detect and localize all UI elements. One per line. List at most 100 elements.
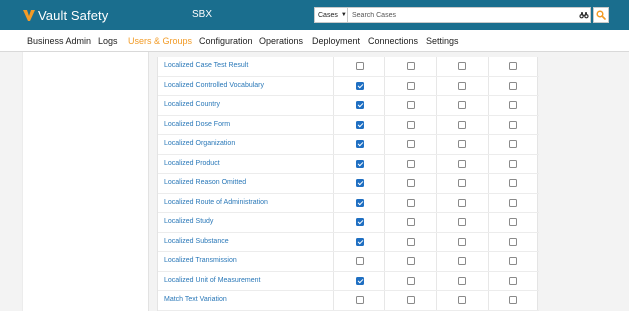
permission-checkbox[interactable]	[407, 198, 415, 207]
chevron-down-icon: ▼	[340, 12, 347, 18]
table-row: Match Text Variation	[158, 291, 539, 311]
permission-checkbox[interactable]	[356, 276, 364, 285]
nav-item-connections[interactable]: Connections	[368, 36, 418, 46]
permission-checkbox[interactable]	[356, 179, 364, 187]
permission-checkbox[interactable]	[356, 296, 364, 304]
permission-checkbox[interactable]	[458, 101, 466, 109]
permission-checkbox[interactable]	[509, 296, 517, 304]
permission-checkbox[interactable]	[407, 237, 415, 246]
permission-checkbox[interactable]	[509, 101, 517, 109]
permission-checkbox[interactable]	[356, 198, 364, 207]
object-name-link[interactable]: Localized Substance	[164, 238, 229, 245]
permission-checkbox[interactable]	[356, 140, 364, 148]
table-row: Localized Unit of Measurement	[158, 272, 539, 291]
nav-item-logs[interactable]: Logs	[98, 36, 118, 46]
object-name-link[interactable]: Localized Product	[164, 160, 220, 167]
binoculars-icon[interactable]	[579, 10, 589, 20]
permission-checkbox[interactable]	[458, 120, 466, 129]
permission-checkbox[interactable]	[458, 159, 466, 168]
object-name-link[interactable]: Localized Country	[164, 101, 220, 108]
permission-checkbox[interactable]	[509, 120, 517, 129]
permission-checkbox[interactable]	[356, 237, 364, 246]
nav-item-operations[interactable]: Operations	[259, 36, 303, 46]
permission-checkbox[interactable]	[458, 237, 466, 246]
object-name-link[interactable]: Localized Unit of Measurement	[164, 277, 261, 284]
object-name-link[interactable]: Localized Organization	[164, 140, 235, 147]
permission-checkbox[interactable]	[356, 257, 364, 265]
permission-checkbox[interactable]	[407, 159, 415, 168]
table-row: Localized Dose Form	[158, 116, 539, 135]
permission-checkbox[interactable]	[509, 81, 517, 90]
permission-checkbox[interactable]	[458, 140, 466, 148]
permission-checkbox[interactable]	[407, 276, 415, 285]
environment-label: SBX	[192, 9, 213, 20]
permission-checkbox[interactable]	[407, 296, 415, 304]
permission-checkbox[interactable]	[458, 179, 466, 187]
table-row: Localized Organization	[158, 135, 539, 155]
permission-checkbox[interactable]	[458, 276, 466, 285]
permission-checkbox[interactable]	[509, 198, 517, 207]
permission-checkbox[interactable]	[356, 120, 364, 129]
table-row: Localized Study	[158, 213, 539, 233]
permission-checkbox[interactable]	[509, 140, 517, 148]
nav-item-configuration[interactable]: Configuration	[199, 36, 253, 46]
table-row: Localized Country	[158, 96, 539, 116]
table-row: Localized Reason Omitted	[158, 174, 539, 194]
object-name-link[interactable]: Localized Dose Form	[164, 121, 230, 128]
nav-item-users-groups[interactable]: Users & Groups	[128, 36, 192, 46]
search-scope-label: Cases	[318, 11, 338, 19]
nav-item-business-admin[interactable]: Business Admin	[27, 36, 91, 46]
permission-checkbox[interactable]	[458, 218, 466, 226]
permission-checkbox[interactable]	[407, 81, 415, 90]
permission-checkbox[interactable]	[407, 140, 415, 148]
permission-checkbox[interactable]	[356, 218, 364, 226]
permission-checkbox[interactable]	[509, 237, 517, 246]
nav-item-settings[interactable]: Settings	[426, 36, 459, 46]
permission-checkbox[interactable]	[407, 62, 415, 70]
permission-checkbox[interactable]	[509, 179, 517, 187]
object-name-link[interactable]: Localized Transmission	[164, 257, 237, 264]
search-icon	[596, 10, 606, 20]
left-panel	[22, 52, 149, 311]
permission-checkbox[interactable]	[356, 62, 364, 70]
table-row: Localized Transmission	[158, 252, 539, 272]
object-name-link[interactable]: Localized Controlled Vocabulary	[164, 82, 264, 89]
vault-logo-icon	[23, 10, 35, 21]
permission-checkbox[interactable]	[458, 62, 466, 70]
permission-checkbox[interactable]	[509, 159, 517, 168]
object-name-link[interactable]: Localized Route of Administration	[164, 199, 268, 206]
permission-checkbox[interactable]	[407, 218, 415, 226]
top-bar: Vault Safety SBX Cases ▼	[0, 0, 629, 30]
search-button[interactable]	[593, 7, 609, 23]
search-scope-dropdown[interactable]: Cases ▼	[315, 8, 348, 22]
object-name-link[interactable]: Match Text Variation	[164, 296, 227, 303]
permission-checkbox[interactable]	[458, 296, 466, 304]
permission-checkbox[interactable]	[407, 179, 415, 187]
permission-checkbox[interactable]	[356, 81, 364, 90]
permission-checkbox[interactable]	[509, 62, 517, 70]
nav-item-deployment[interactable]: Deployment	[312, 36, 360, 46]
permission-checkbox[interactable]	[458, 198, 466, 207]
table-row: Localized Case Test Result	[158, 57, 539, 77]
permission-checkbox[interactable]	[509, 257, 517, 265]
brand-logo[interactable]: Vault Safety	[22, 7, 108, 23]
object-name-link[interactable]: Localized Case Test Result	[164, 62, 248, 69]
table-row: Localized Route of Administration	[158, 194, 539, 213]
object-name-link[interactable]: Localized Reason Omitted	[164, 179, 246, 186]
permission-checkbox[interactable]	[407, 101, 415, 109]
search-input[interactable]	[352, 9, 572, 21]
table-row: Localized Controlled Vocabulary	[158, 77, 539, 96]
permissions-grid: Localized Case Test Result Localized Cont…	[157, 57, 539, 311]
main-nav: Business Admin Logs Users & Groups Confi…	[0, 30, 629, 52]
permission-checkbox[interactable]	[509, 276, 517, 285]
brand-name: Vault Safety	[38, 7, 109, 23]
permission-checkbox[interactable]	[356, 101, 364, 109]
object-name-link[interactable]: Localized Study	[164, 218, 213, 225]
permission-checkbox[interactable]	[458, 257, 466, 265]
permission-checkbox[interactable]	[407, 120, 415, 129]
search-bar: Cases ▼	[314, 7, 591, 23]
permission-checkbox[interactable]	[407, 257, 415, 265]
permission-checkbox[interactable]	[356, 159, 364, 168]
permission-checkbox[interactable]	[509, 218, 517, 226]
permission-checkbox[interactable]	[458, 81, 466, 90]
